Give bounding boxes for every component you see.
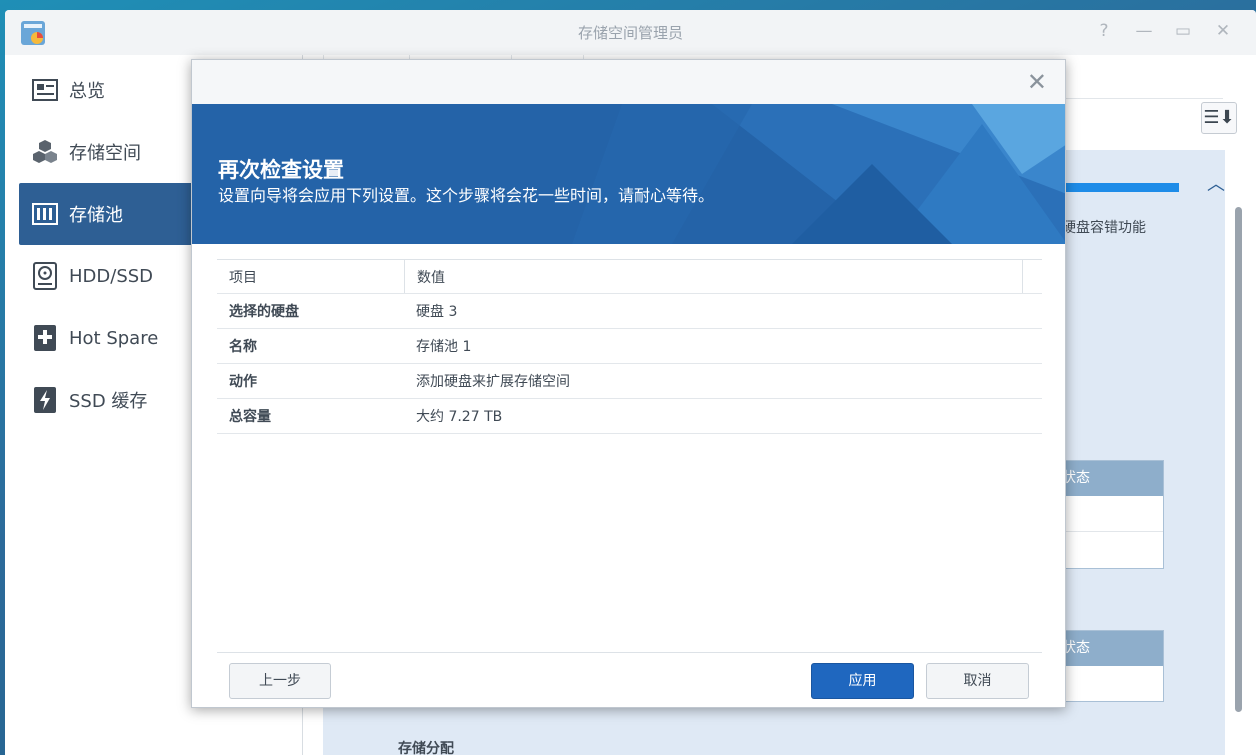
- row-item: 总容量: [229, 409, 271, 425]
- back-button[interactable]: 上一步: [229, 663, 331, 699]
- sidebar-item-label: SSD 缓存: [69, 391, 148, 412]
- window-titlebar[interactable]: 存储空间管理员 ? — ▭ ✕: [5, 10, 1256, 55]
- row-item: 名称: [229, 339, 257, 355]
- row-item: 动作: [229, 374, 257, 390]
- volume-cubes-icon: [31, 138, 59, 166]
- close-icon[interactable]: ✕: [1027, 68, 1047, 96]
- status-header: 状态: [1056, 461, 1163, 496]
- table-row: 名称 存储池 1: [217, 329, 1042, 364]
- scrollbar[interactable]: [1235, 207, 1242, 712]
- capacity-progress-bar: [1062, 183, 1179, 192]
- review-settings-dialog: ✕ 再次检查设置 设置向导将会应用下列设置。这个步骤将会花一些时间，请耐心等待。…: [191, 59, 1066, 708]
- sidebar-item-label: 存储空间: [69, 143, 141, 164]
- row-value: 硬盘 3: [416, 304, 458, 320]
- overview-icon: [31, 76, 59, 104]
- hot-spare-icon: [31, 324, 59, 352]
- sort-button[interactable]: ☰⬇: [1201, 102, 1237, 134]
- minimize-icon[interactable]: —: [1133, 20, 1155, 42]
- apply-button[interactable]: 应用: [811, 663, 914, 699]
- help-icon[interactable]: ?: [1093, 20, 1115, 42]
- ssd-cache-icon: [31, 386, 59, 414]
- row-item: 选择的硬盘: [229, 304, 299, 320]
- fault-tolerance-text: 硬盘容错功能: [1062, 220, 1146, 236]
- table-header: 项目 数值: [217, 260, 1042, 294]
- table-row: 动作 添加硬盘来扩展存储空间: [217, 364, 1042, 399]
- sidebar-item-label: 总览: [69, 81, 105, 102]
- sidebar-item-label: Hot Spare: [69, 327, 159, 349]
- storage-pool-icon: [31, 200, 59, 228]
- hdd-icon: [31, 262, 59, 290]
- storage-allocation-label: 存储分配: [398, 741, 454, 755]
- column-header-value[interactable]: 数值: [404, 260, 1022, 293]
- status-table-1: 状态: [1055, 460, 1164, 569]
- status-table-2: 状态: [1055, 630, 1164, 702]
- maximize-icon[interactable]: ▭: [1172, 20, 1194, 42]
- row-value: 大约 7.27 TB: [416, 409, 503, 425]
- dialog-banner: 再次检查设置 设置向导将会应用下列设置。这个步骤将会花一些时间，请耐心等待。: [192, 104, 1065, 244]
- table-row: 总容量 大约 7.27 TB: [217, 399, 1042, 434]
- chevron-up-icon[interactable]: ︿: [1207, 170, 1225, 196]
- table-row: 选择的硬盘 硬盘 3: [217, 294, 1042, 329]
- dialog-titlebar[interactable]: ✕: [192, 60, 1065, 104]
- sidebar-item-label: 存储池: [69, 205, 123, 226]
- settings-table: 项目 数值 选择的硬盘 硬盘 3 名称 存储池 1 动作 添加硬盘来扩展存储空间…: [217, 259, 1042, 434]
- window-title: 存储空间管理员: [577, 24, 683, 42]
- cancel-button[interactable]: 取消: [926, 663, 1029, 699]
- status-header: 状态: [1056, 631, 1163, 666]
- row-value: 添加硬盘来扩展存储空间: [416, 374, 570, 390]
- column-header-item[interactable]: 项目: [217, 267, 404, 287]
- sidebar-item-label: HDD/SSD: [69, 265, 154, 287]
- dialog-heading: 再次检查设置: [218, 158, 344, 182]
- row-value: 存储池 1: [416, 339, 472, 355]
- sort-icon: ☰⬇: [1203, 107, 1235, 128]
- dialog-subheading: 设置向导将会应用下列设置。这个步骤将会花一些时间，请耐心等待。: [218, 186, 715, 205]
- footer-divider: [217, 652, 1042, 653]
- close-icon[interactable]: ✕: [1212, 20, 1234, 42]
